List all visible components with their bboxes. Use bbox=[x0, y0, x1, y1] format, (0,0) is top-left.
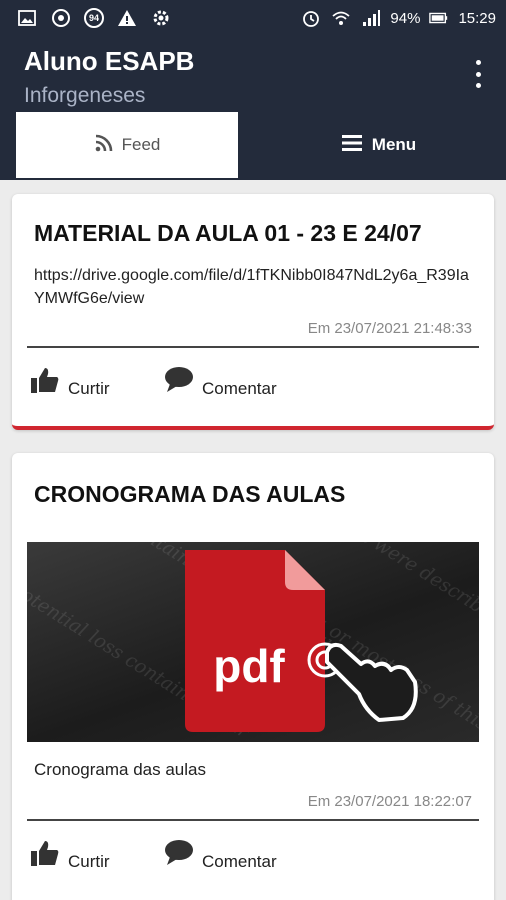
post-image-pdf[interactable]: agreement contain and holder liability t… bbox=[27, 542, 479, 742]
hamburger-icon bbox=[341, 134, 362, 157]
signal-icon bbox=[360, 7, 382, 29]
settings-icon bbox=[150, 7, 172, 29]
pdf-label: pdf bbox=[213, 640, 285, 692]
like-button[interactable]: Curtir bbox=[30, 839, 110, 872]
hand-pointer-icon bbox=[307, 642, 418, 722]
post-link[interactable]: https://drive.google.com/file/d/1fTKNibb… bbox=[34, 264, 474, 310]
rss-icon bbox=[94, 133, 114, 158]
tab-feed[interactable]: Feed bbox=[16, 112, 238, 178]
like-label: Curtir bbox=[68, 379, 110, 398]
pdf-icon: pdf bbox=[185, 550, 418, 732]
clock-time: 15:29 bbox=[458, 9, 496, 27]
thumbs-up-icon bbox=[30, 839, 60, 872]
divider bbox=[27, 819, 479, 821]
status-bar: 94 94% 15:29 bbox=[0, 0, 506, 36]
app-bar: Aluno ESAPB Inforgeneses Feed Menu bbox=[0, 36, 506, 180]
tab-feed-label: Feed bbox=[121, 135, 161, 154]
like-label: Curtir bbox=[68, 852, 110, 871]
app-title: Aluno ESAPB bbox=[24, 46, 195, 76]
post-date: Em 23/07/2021 21:48:33 bbox=[307, 320, 472, 337]
wifi-icon bbox=[330, 7, 352, 29]
post-card: CRONOGRAMA DAS AULAS agreement contain a… bbox=[12, 453, 494, 900]
thumbs-up-icon bbox=[30, 366, 60, 399]
post-title: MATERIAL DA AULA 01 - 23 E 24/07 bbox=[34, 220, 422, 246]
comment-label: Comentar bbox=[202, 852, 277, 871]
image-icon bbox=[16, 7, 38, 29]
post-card: MATERIAL DA AULA 01 - 23 E 24/07 https:/… bbox=[12, 194, 494, 430]
chrome-icon bbox=[50, 7, 72, 29]
alarm-icon bbox=[300, 7, 322, 29]
battery-percent: 94% bbox=[390, 9, 421, 27]
battery-icon bbox=[428, 7, 450, 29]
warning-icon bbox=[116, 7, 138, 29]
like-button[interactable]: Curtir bbox=[30, 366, 110, 399]
divider bbox=[27, 346, 479, 348]
post-title: CRONOGRAMA DAS AULAS bbox=[34, 481, 346, 507]
post-caption: Cronograma das aulas bbox=[34, 760, 206, 779]
comment-button[interactable]: Comentar bbox=[164, 366, 277, 399]
overflow-menu-icon[interactable] bbox=[472, 60, 484, 88]
comment-icon bbox=[164, 366, 194, 399]
tab-menu-label: Menu bbox=[371, 135, 417, 154]
comment-label: Comentar bbox=[202, 379, 277, 398]
comment-button[interactable]: Comentar bbox=[164, 839, 277, 872]
94-badge-icon: 94 bbox=[84, 8, 104, 28]
post-date: Em 23/07/2021 18:22:07 bbox=[307, 793, 472, 810]
tab-menu[interactable]: Menu bbox=[268, 112, 490, 178]
status-bar-right: 94% 15:29 bbox=[300, 7, 496, 29]
app-subtitle: Inforgeneses bbox=[24, 84, 146, 107]
comment-icon bbox=[164, 839, 194, 872]
status-bar-left: 94 bbox=[16, 7, 172, 29]
